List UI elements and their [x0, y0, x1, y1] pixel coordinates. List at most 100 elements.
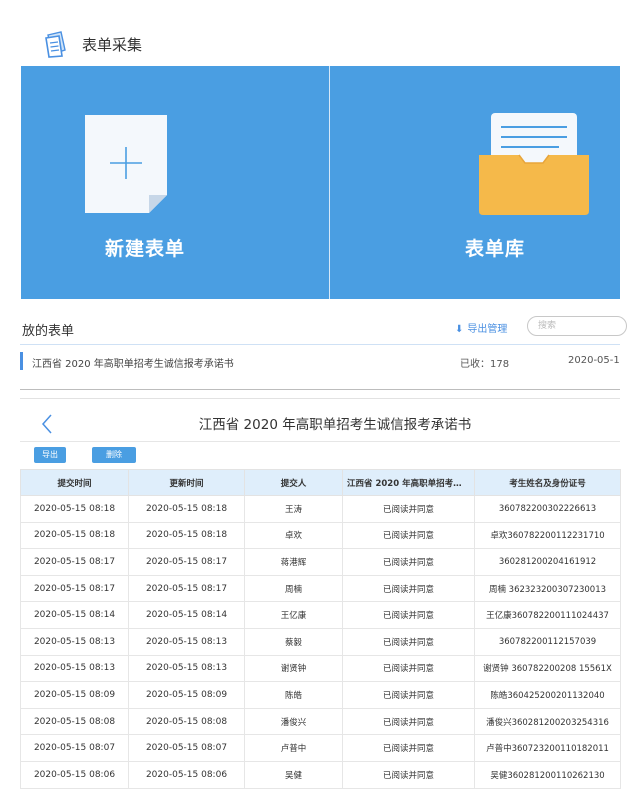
- cell-update-time: 2020-05-15 08:18: [128, 495, 245, 523]
- cell-submitter: 潘俊兴: [244, 707, 343, 736]
- table-row[interactable]: 2020-05-15 08:17 2020-05-15 08:17 周楠 已阅读并同意…: [20, 574, 621, 603]
- cell-submitter: 蔡毅: [244, 627, 343, 656]
- form-date: 2020-05-1: [568, 355, 620, 366]
- export-management-link[interactable]: ⬇ 导出管理: [455, 320, 507, 335]
- divider: [20, 344, 620, 345]
- new-form-label: 新建表单: [104, 238, 185, 260]
- cell-pledge-status: 已阅读并同意: [342, 548, 475, 576]
- cell-submitter: 吴健: [244, 760, 343, 789]
- cell-update-time: 2020-05-15 08:13: [128, 627, 245, 656]
- cell-submit-time: 2020-05-15 08:18: [20, 495, 129, 523]
- cell-update-time: 2020-05-15 08:06: [128, 760, 245, 789]
- cell-submit-time: 2020-05-15 08:09: [20, 681, 129, 709]
- cell-submitter: 周楠: [244, 574, 343, 603]
- table-row[interactable]: 2020-05-15 08:18 2020-05-15 08:18 王涛 已阅读并同意…: [20, 495, 621, 523]
- cell-pledge-status: 已阅读并同意: [342, 760, 475, 789]
- cell-pledge-status: 已阅读并同意: [342, 495, 475, 523]
- published-forms-section: 放的表单 ⬇ 导出管理 搜索 江西省 2020 年高职单招考生诚信报考承诺书 已收…: [0, 310, 640, 390]
- published-form-item[interactable]: 江西省 2020 年高职单招考生诚信报考承诺书 已收：178 2020-05-1: [20, 350, 640, 374]
- cell-update-time: 2020-05-15 08:07: [128, 734, 245, 762]
- divider: [20, 441, 620, 442]
- cell-submit-time: 2020-05-15 08:14: [20, 601, 129, 629]
- cell-submit-time: 2020-05-15 08:17: [20, 548, 129, 576]
- cell-pledge-status: 已阅读并同意: [342, 601, 475, 629]
- column-header-name-id[interactable]: 考生姓名及身份证号: [474, 469, 621, 496]
- cell-submitter: 王亿康: [244, 601, 343, 629]
- cell-pledge-status: 已阅读并同意: [342, 654, 475, 683]
- app-header: 表单采集: [0, 0, 640, 66]
- cell-submit-time: 2020-05-15 08:13: [20, 627, 129, 656]
- table-row[interactable]: 2020-05-15 08:18 2020-05-15 08:18 卓欢 已阅读并同意…: [20, 521, 621, 550]
- cell-submitter: 王涛: [244, 495, 343, 523]
- cell-submit-time: 2020-05-15 08:06: [20, 760, 129, 789]
- column-header-update-time[interactable]: 更新时间: [128, 469, 245, 496]
- cell-submit-time: 2020-05-15 08:13: [20, 654, 129, 683]
- cell-pledge-status: 已阅读并同意: [342, 681, 475, 709]
- section-title: 放的表单: [22, 324, 75, 339]
- cell-name-id: 陈皓360425200201132040: [474, 681, 621, 709]
- table-row[interactable]: 2020-05-15 08:17 2020-05-15 08:17 蒋港辉 已阅读并同…: [20, 548, 621, 576]
- cell-submitter: 谢贤钟: [244, 654, 343, 683]
- cell-update-time: 2020-05-15 08:08: [128, 707, 245, 736]
- cell-submit-time: 2020-05-15 08:17: [20, 574, 129, 603]
- cell-pledge-status: 已阅读并同意: [342, 574, 475, 603]
- item-accent-bar: [20, 352, 23, 370]
- cell-submitter: 蒋港辉: [244, 548, 343, 576]
- new-form-tile[interactable]: 新建表单: [21, 66, 329, 299]
- action-tiles: 新建表单 表单库: [21, 66, 620, 299]
- cell-name-id: 王亿康360782200111024437: [474, 601, 621, 629]
- export-management-label: 导出管理: [467, 324, 508, 335]
- cell-name-id: 潘俊兴360281200203254316: [474, 707, 621, 736]
- divider: [20, 389, 620, 390]
- cell-update-time: 2020-05-15 08:13: [128, 654, 245, 683]
- form-library-label: 表单库: [464, 238, 525, 260]
- table-header-row: 提交时间 更新时间 提交人 江西省 2020 年高职单招考生诚信报考承诺书 考生…: [20, 469, 621, 496]
- cell-update-time: 2020-05-15 08:17: [128, 574, 245, 603]
- blank-doc-plus-icon: [85, 115, 167, 213]
- cell-name-id: 360782200112157039: [474, 627, 621, 656]
- table-row[interactable]: 2020-05-15 08:08 2020-05-15 08:08 潘俊兴 已阅读并同…: [20, 707, 621, 736]
- cell-name-id: 吴健360281200110262130: [474, 760, 621, 789]
- detail-title: 江西省 2020 年高职单招考生诚信报考承诺书: [198, 417, 472, 433]
- column-header-pledge[interactable]: 江西省 2020 年高职单招考生诚信报考承诺书: [342, 469, 475, 496]
- column-header-submit-time[interactable]: 提交时间: [20, 469, 129, 496]
- table-row[interactable]: 2020-05-15 08:06 2020-05-15 08:06 吴健 已阅读并同意…: [20, 760, 621, 789]
- table-row[interactable]: 2020-05-15 08:13 2020-05-15 08:13 蔡毅 已阅读并同意…: [20, 627, 621, 656]
- download-icon: ⬇: [455, 324, 464, 335]
- cell-name-id: 360281200204161912: [474, 548, 621, 576]
- form-library-tile[interactable]: 表单库: [330, 66, 620, 299]
- received-count: 已收：178: [460, 359, 510, 370]
- cell-submitter: 卢普中: [244, 734, 343, 762]
- form-name[interactable]: 江西省 2020 年高职单招考生诚信报考承诺书: [32, 355, 234, 370]
- cell-update-time: 2020-05-15 08:18: [128, 521, 245, 550]
- submissions-table: 提交时间 更新时间 提交人 江西省 2020 年高职单招考生诚信报考承诺书 考生…: [20, 469, 621, 789]
- cell-pledge-status: 已阅读并同意: [342, 707, 475, 736]
- cell-submit-time: 2020-05-15 08:07: [20, 734, 129, 762]
- table-row[interactable]: 2020-05-15 08:07 2020-05-15 08:07 卢普中 已阅读并同…: [20, 734, 621, 762]
- cell-pledge-status: 已阅读并同意: [342, 627, 475, 656]
- table-row[interactable]: 2020-05-15 08:13 2020-05-15 08:13 谢贤钟 已阅读并同…: [20, 654, 621, 683]
- cell-update-time: 2020-05-15 08:17: [128, 548, 245, 576]
- search-input[interactable]: 搜索: [527, 316, 627, 336]
- cell-pledge-status: 已阅读并同意: [342, 521, 475, 550]
- table-row[interactable]: 2020-05-15 08:14 2020-05-15 08:14 王亿康 已阅读并同…: [20, 601, 621, 629]
- form-doc-icon: [45, 31, 66, 58]
- cell-name-id: 360782200302226613: [474, 495, 621, 523]
- cell-name-id: 卓欢360782200112231710: [474, 521, 621, 550]
- cell-name-id: 周楠 362323200307230013: [474, 574, 621, 603]
- export-button[interactable]: 导出: [34, 447, 66, 463]
- form-detail-panel: 江西省 2020 年高职单招考生诚信报考承诺书 导出 删除 提交时间 更新时间 …: [20, 398, 621, 798]
- cell-submit-time: 2020-05-15 08:08: [20, 707, 129, 736]
- cell-name-id: 卢普中360723200110182011: [474, 734, 621, 762]
- app-title: 表单采集: [82, 36, 143, 54]
- cell-update-time: 2020-05-15 08:14: [128, 601, 245, 629]
- column-header-submitter[interactable]: 提交人: [244, 469, 343, 496]
- cell-submit-time: 2020-05-15 08:18: [20, 521, 129, 550]
- cell-pledge-status: 已阅读并同意: [342, 734, 475, 762]
- table-row[interactable]: 2020-05-15 08:09 2020-05-15 08:09 陈皓 已阅读并同意…: [20, 681, 621, 709]
- delete-button[interactable]: 删除: [92, 447, 136, 463]
- cell-update-time: 2020-05-15 08:09: [128, 681, 245, 709]
- cell-submitter: 陈皓: [244, 681, 343, 709]
- folder-docs-icon: [479, 113, 589, 215]
- cell-submitter: 卓欢: [244, 521, 343, 550]
